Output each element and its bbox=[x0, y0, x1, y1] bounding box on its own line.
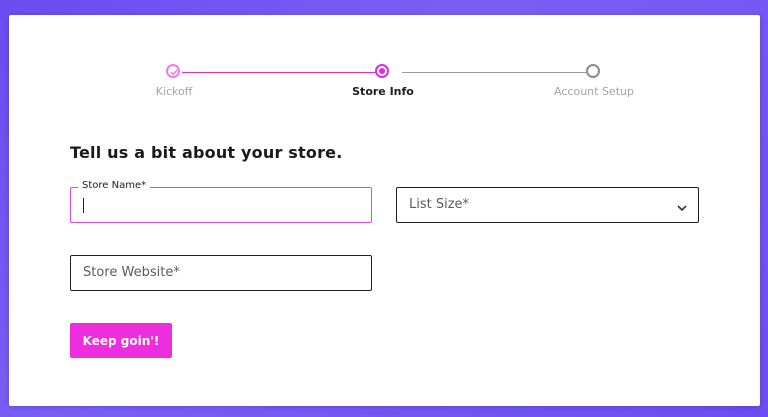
store-website-field[interactable]: Store Website* bbox=[70, 255, 372, 291]
list-size-placeholder: List Size* bbox=[409, 197, 470, 212]
form-heading: Tell us a bit about your store. bbox=[70, 143, 343, 162]
keep-going-button[interactable]: Keep goin'! bbox=[70, 323, 172, 358]
step-store-info-label: Store Info bbox=[352, 85, 414, 98]
store-website-placeholder: Store Website* bbox=[83, 265, 180, 280]
progress-stepper: Kickoff Store Info Account Setup bbox=[9, 15, 760, 115]
chevron-down-icon bbox=[676, 199, 688, 218]
store-name-label: Store Name* bbox=[78, 180, 151, 191]
stepper-line-pending bbox=[402, 72, 595, 73]
step-kickoff-label: Kickoff bbox=[155, 85, 193, 98]
step-kickoff-check-icon bbox=[166, 64, 180, 78]
list-size-select[interactable]: List Size* bbox=[396, 187, 699, 223]
stepper-line-completed bbox=[182, 72, 384, 73]
store-name-field[interactable]: Store Name* bbox=[70, 180, 372, 223]
step-account-setup-indicator bbox=[586, 64, 600, 78]
step-account-setup-label: Account Setup bbox=[554, 85, 634, 98]
text-cursor bbox=[83, 198, 84, 213]
form-card: Kickoff Store Info Account Setup Tell us… bbox=[9, 15, 760, 406]
step-store-info-indicator bbox=[375, 64, 389, 78]
